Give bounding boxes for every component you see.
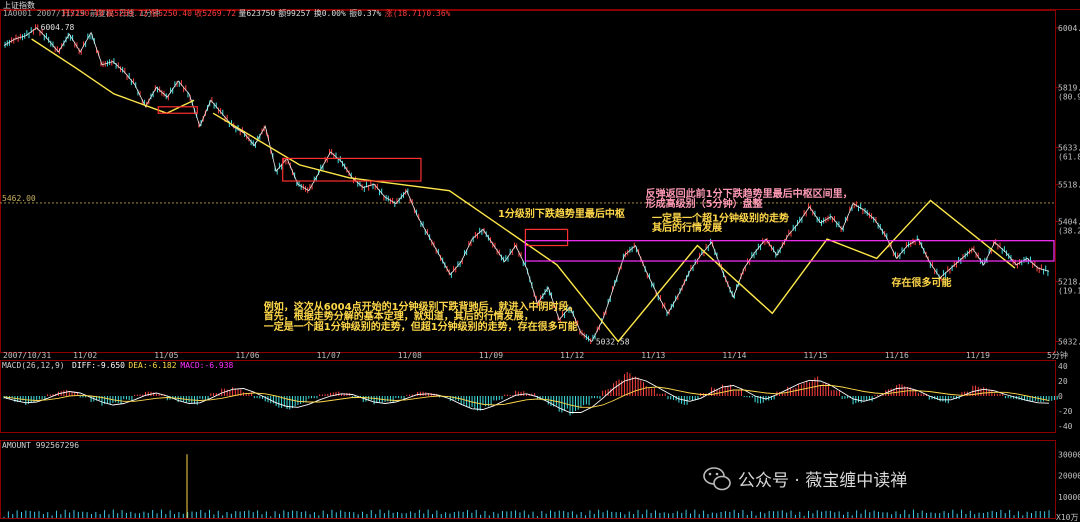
x-tick-label: 11/16 xyxy=(885,351,909,360)
x-tick-label: 11/19 xyxy=(966,351,990,360)
y-tick-pct: (80.9%) xyxy=(1058,93,1080,102)
y-tick-pct: (38.2%) xyxy=(1058,227,1080,236)
quote-stat: 换 xyxy=(314,8,322,18)
annotation-text: 首先，根据走势分解的基本定理，就知道，其后的行情发展， xyxy=(264,310,534,323)
macd-y-tick: 40 xyxy=(1058,362,1068,371)
annotation-text: 存在很多可能 xyxy=(891,276,951,289)
x-tick-label: 5分钟 xyxy=(1047,350,1068,360)
x-tick-label: 11/08 xyxy=(398,351,422,360)
quote-stat: 振 xyxy=(349,8,357,18)
quote-stat-value: 5250.40 xyxy=(158,9,192,18)
y-tick-label: 5032.6 xyxy=(1058,337,1080,346)
quote-stat: 涨 xyxy=(385,8,393,18)
quote-stat-value: 5269.72 xyxy=(202,9,236,18)
macd-y-tick: 0 xyxy=(1058,392,1063,401)
y-tick-pct: (61.8%) xyxy=(1058,153,1080,162)
macd-title: MACD(26,12,9) xyxy=(2,361,65,370)
quote-stat-value: 623750 xyxy=(246,9,275,18)
x-tick-label: 2007/10/31 xyxy=(3,351,51,360)
annotation-text: 1分级别下跌趋势里最后中枢 xyxy=(498,207,625,220)
quote-stat: 量 xyxy=(238,9,246,18)
quote-stats: 开 5250.40 高 5269.72 低 5250.40 收 5269.72 量 623750 额… xyxy=(62,8,451,18)
macd-legend: DIFF:-9.650 xyxy=(72,361,125,370)
stock-chart: 上证指数 1A0001 2007/11/19 前复权 日线 1分钟 开 5250.… xyxy=(0,0,1080,522)
amount-y-tick: 200000 xyxy=(1058,472,1080,481)
annotation-text: 形成高级别（5分钟）盘整 xyxy=(646,197,763,210)
y-tick-label: 5218.3 xyxy=(1058,278,1080,287)
quote-stat-value: (18.71)0.36% xyxy=(393,9,451,18)
quote-stat: 低 xyxy=(150,8,158,18)
low-label: 5032.58 xyxy=(596,337,630,346)
y-tick-label: 5633.4 xyxy=(1058,144,1080,153)
y-tick-label: 6004.8 xyxy=(1058,24,1080,33)
y-tick-label: 5819.1 xyxy=(1058,84,1080,93)
dashed-level-label: 5462.00 xyxy=(2,194,36,203)
quote-stat: 高 xyxy=(106,8,114,18)
amount-y-tick: 100000 xyxy=(1058,493,1080,502)
watermark-text: 公众号 · 薇宝缠中读禅 xyxy=(738,471,907,491)
high-label: 6004.78 xyxy=(41,23,75,32)
x-tick-label: 11/06 xyxy=(235,351,259,360)
quote-stat: 收 xyxy=(194,8,202,18)
x-tick-label: 11/14 xyxy=(722,351,746,360)
x-tick-label: 11/13 xyxy=(641,351,665,360)
quote-stat-value: 5269.72 xyxy=(114,9,148,18)
amount-title: AMOUNT 992567296 xyxy=(2,441,79,450)
x-tick-label: 11/07 xyxy=(317,351,341,360)
quote-stat-value: 99257 xyxy=(286,9,310,18)
x-tick-label: 11/09 xyxy=(479,351,503,360)
quote-stat: 额 xyxy=(278,8,286,18)
y-tick-label: 5404.0 xyxy=(1058,218,1080,227)
y-tick-pct: (19.1%) xyxy=(1058,287,1080,296)
quote-stat-value: 0.00% xyxy=(322,9,346,18)
macd-y-tick: 20 xyxy=(1058,377,1068,386)
macd-legend: DEA:-6.182 xyxy=(128,361,176,370)
annotation-text: 其后的行情发展 xyxy=(652,221,722,234)
annotation-text: 一定是一个超1分钟级别的走势，但超1分钟级别的走势，存在很多可能 xyxy=(264,320,578,333)
amount-unit: X10万 xyxy=(1056,513,1078,522)
macd-y-tick: -20 xyxy=(1058,407,1073,416)
x-tick-label: 11/12 xyxy=(560,351,584,360)
quote-stat: 开 xyxy=(62,9,70,18)
macd-legend: MACD:-6.938 xyxy=(180,361,233,370)
x-tick-label: 11/15 xyxy=(804,351,828,360)
quote-stat-value: 0.37% xyxy=(357,9,381,18)
x-tick-label: 11/05 xyxy=(154,351,178,360)
quote-stat-value: 5250.40 xyxy=(70,9,104,18)
x-tick-label: 11/02 xyxy=(73,351,97,360)
y-tick-label: 5518.7 xyxy=(1058,181,1080,190)
macd-y-tick: -40 xyxy=(1058,422,1073,431)
amount-y-tick: 300000 xyxy=(1058,450,1080,459)
